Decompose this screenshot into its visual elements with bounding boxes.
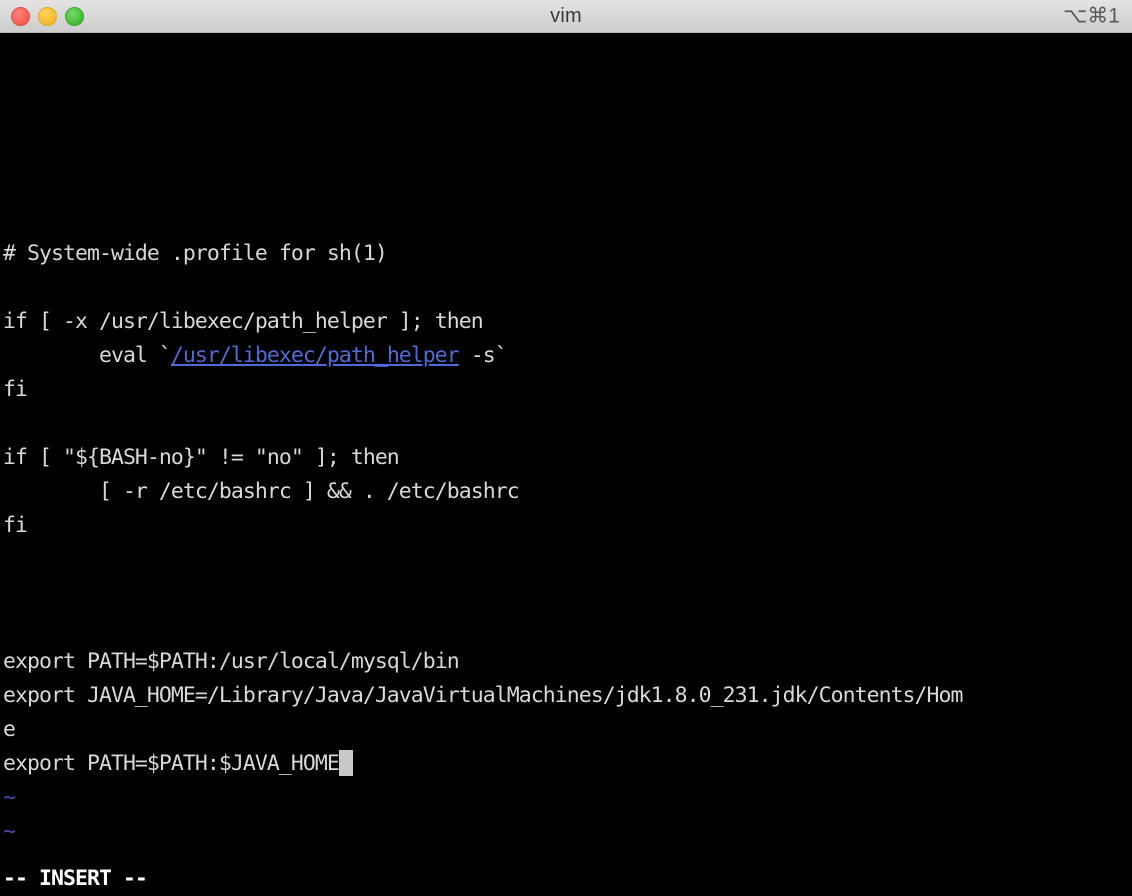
line-text-suffix: -s` <box>458 343 508 368</box>
buffer-line[interactable]: export JAVA_HOME=/Library/Java/JavaVirtu… <box>0 679 1132 713</box>
buffer-line[interactable]: if [ "${BASH-no}" != "no" ]; then <box>0 441 1132 475</box>
buffer-line[interactable] <box>0 271 1132 305</box>
buffer-line[interactable]: eval `/usr/libexec/path_helper -s` <box>0 339 1132 373</box>
window-title: vim <box>550 4 582 27</box>
line-text-prefix: eval ` <box>3 343 172 368</box>
buffer-line[interactable] <box>0 577 1132 611</box>
close-window-button[interactable] <box>11 6 30 26</box>
buffer-line[interactable] <box>0 101 1132 135</box>
window-titlebar[interactable]: vim ⌥⌘1 <box>0 0 1132 33</box>
path-helper-link[interactable]: /usr/libexec/path_helper <box>171 343 460 368</box>
minimize-window-button[interactable] <box>38 6 57 26</box>
buffer-line[interactable] <box>0 33 1132 67</box>
buffer-line[interactable] <box>0 203 1132 237</box>
buffer-line[interactable] <box>0 407 1132 441</box>
vim-buffer[interactable]: # System-wide .profile for sh(1) if [ -x… <box>0 33 1132 849</box>
maximize-window-button[interactable] <box>65 6 84 26</box>
buffer-line[interactable] <box>0 135 1132 169</box>
buffer-line[interactable]: if [ -x /usr/libexec/path_helper ]; then <box>0 305 1132 339</box>
buffer-filler-tilde[interactable]: ~ <box>0 781 1132 815</box>
buffer-line[interactable]: fi <box>0 509 1132 543</box>
vim-terminal-window: vim ⌥⌘1 # System-wide .profile for sh(1)… <box>0 0 1132 896</box>
buffer-line[interactable]: export PATH=$PATH:$JAVA_HOME <box>0 747 1132 781</box>
buffer-line[interactable]: # System-wide .profile for sh(1) <box>0 237 1132 271</box>
line-text: export PATH=$PATH:$JAVA_HOME <box>3 751 340 776</box>
buffer-line[interactable]: fi <box>0 373 1132 407</box>
buffer-line[interactable] <box>0 543 1132 577</box>
terminal-content-area[interactable]: # System-wide .profile for sh(1) if [ -x… <box>0 33 1132 896</box>
text-cursor <box>338 750 353 776</box>
tilde-glyph: ~ <box>3 819 16 844</box>
traffic-light-group <box>0 6 84 26</box>
tilde-glyph: ~ <box>3 785 16 810</box>
buffer-line[interactable] <box>0 67 1132 101</box>
buffer-filler-tilde[interactable]: ~ <box>0 815 1132 849</box>
buffer-line[interactable]: [ -r /etc/bashrc ] && . /etc/bashrc <box>0 475 1132 509</box>
buffer-line[interactable] <box>0 611 1132 645</box>
keyboard-shortcut-hint: ⌥⌘1 <box>1063 4 1120 28</box>
buffer-line[interactable]: e <box>0 713 1132 747</box>
buffer-line[interactable] <box>0 169 1132 203</box>
vim-status-line: -- INSERT -- <box>3 866 148 891</box>
buffer-line[interactable]: export PATH=$PATH:/usr/local/mysql/bin <box>0 645 1132 679</box>
